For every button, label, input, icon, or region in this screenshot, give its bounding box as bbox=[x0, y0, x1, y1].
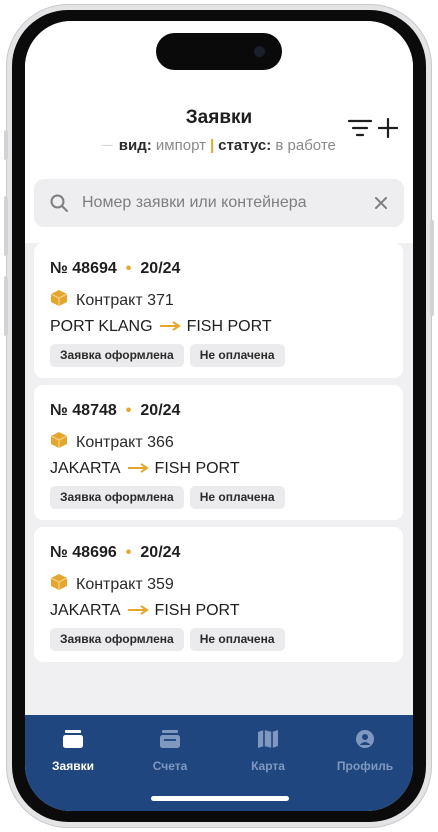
arrow-right-icon bbox=[127, 602, 149, 620]
plus-icon[interactable] bbox=[377, 117, 399, 144]
status-badge: Заявка оформлена bbox=[50, 344, 184, 367]
contract-label: Контракт 371 bbox=[76, 291, 174, 309]
tab-profile[interactable]: Профиль bbox=[319, 729, 411, 773]
route-destination: FISH PORT bbox=[154, 460, 240, 477]
route-line: JAKARTA FISH PORT bbox=[50, 602, 240, 620]
header-actions bbox=[347, 117, 399, 144]
arrow-right-icon bbox=[159, 318, 181, 336]
status-badges: Заявка оформлена Не оплачена bbox=[50, 628, 285, 651]
camera-icon bbox=[254, 46, 265, 57]
invoices-icon bbox=[124, 729, 216, 751]
action-button bbox=[4, 130, 8, 160]
close-icon[interactable] bbox=[374, 196, 388, 215]
contract-label: Контракт 359 bbox=[76, 575, 174, 593]
tab-label: Профиль bbox=[336, 759, 394, 773]
tab-bar: Заявки Счета Карта Профиль bbox=[25, 715, 413, 811]
status-badge: Заявка оформлена bbox=[50, 628, 184, 651]
dynamic-island bbox=[156, 33, 282, 70]
bullet-icon: • bbox=[125, 544, 132, 561]
arrow-right-icon bbox=[127, 460, 149, 478]
box-icon bbox=[50, 289, 68, 312]
status-badge: Заявка оформлена bbox=[50, 486, 184, 509]
order-number: № 48696 bbox=[50, 544, 117, 561]
route-line: JAKARTA FISH PORT bbox=[50, 460, 240, 478]
volume-up-button bbox=[4, 196, 8, 256]
payment-badge: Не оплачена bbox=[189, 628, 285, 651]
order-number: № 48748 bbox=[50, 402, 117, 419]
box-icon bbox=[50, 573, 68, 596]
payment-badge: Не оплачена bbox=[189, 486, 285, 509]
type-filter-value: импорт bbox=[155, 137, 206, 154]
order-card[interactable]: № 48696 • 20/24 Контракт 359 JAKARTA FISH … bbox=[34, 527, 403, 662]
order-number-line: № 48748 • 20/24 bbox=[50, 402, 180, 420]
tab-invoices[interactable]: Счета bbox=[124, 729, 216, 773]
box-icon bbox=[50, 431, 68, 454]
profile-icon bbox=[319, 729, 411, 751]
order-number: № 48694 bbox=[50, 260, 117, 277]
home-indicator[interactable] bbox=[151, 796, 289, 801]
orders-icon bbox=[27, 729, 119, 751]
route-destination: FISH PORT bbox=[186, 318, 272, 335]
order-week: 20/24 bbox=[140, 544, 181, 561]
search-input[interactable] bbox=[82, 179, 362, 227]
order-card[interactable]: № 48748 • 20/24 Контракт 366 JAKARTA FISH … bbox=[34, 385, 403, 520]
order-card[interactable]: № 48694 • 20/24 Контракт 371 PORT KLANG FI… bbox=[34, 243, 403, 378]
contract-line: Контракт 359 bbox=[50, 573, 174, 596]
route-origin: PORT KLANG bbox=[50, 318, 153, 335]
order-number-line: № 48694 • 20/24 bbox=[50, 260, 180, 278]
order-week: 20/24 bbox=[140, 402, 181, 419]
tab-label: Карта bbox=[251, 759, 285, 773]
search-icon bbox=[49, 193, 69, 218]
tab-orders[interactable]: Заявки bbox=[27, 729, 119, 773]
contract-line: Контракт 371 bbox=[50, 289, 174, 312]
map-icon bbox=[222, 729, 314, 751]
tab-label: Счета bbox=[152, 759, 188, 773]
bullet-icon: • bbox=[125, 402, 132, 419]
app-screen: Заявки ─ вид: импорт|статус: в работе bbox=[25, 21, 413, 811]
route-origin: JAKARTA bbox=[50, 460, 121, 477]
filter-separator: | bbox=[209, 137, 215, 154]
type-filter-key: вид: bbox=[118, 137, 152, 154]
route-destination: FISH PORT bbox=[154, 602, 240, 619]
orders-list: № 48694 • 20/24 Контракт 371 PORT KLANG FI… bbox=[25, 243, 413, 715]
filter-icon[interactable] bbox=[347, 119, 373, 142]
status-filter-value: в работе bbox=[275, 137, 336, 154]
route-line: PORT KLANG FISH PORT bbox=[50, 318, 272, 336]
order-week: 20/24 bbox=[140, 260, 181, 277]
status-badges: Заявка оформлена Не оплачена bbox=[50, 486, 285, 509]
payment-badge: Не оплачена bbox=[189, 344, 285, 367]
back-chevron-icon[interactable]: ─ bbox=[102, 137, 113, 154]
volume-down-button bbox=[4, 276, 8, 336]
route-origin: JAKARTA bbox=[50, 602, 121, 619]
power-button bbox=[430, 220, 434, 316]
status-filter-key: статус: bbox=[218, 137, 272, 154]
contract-label: Контракт 366 bbox=[76, 433, 174, 451]
status-badges: Заявка оформлена Не оплачена bbox=[50, 344, 285, 367]
contract-line: Контракт 366 bbox=[50, 431, 174, 454]
bullet-icon: • bbox=[125, 260, 132, 277]
tab-label: Заявки bbox=[52, 759, 94, 773]
order-number-line: № 48696 • 20/24 bbox=[50, 544, 180, 562]
tab-map[interactable]: Карта bbox=[222, 729, 314, 773]
search-bar[interactable] bbox=[34, 179, 404, 227]
